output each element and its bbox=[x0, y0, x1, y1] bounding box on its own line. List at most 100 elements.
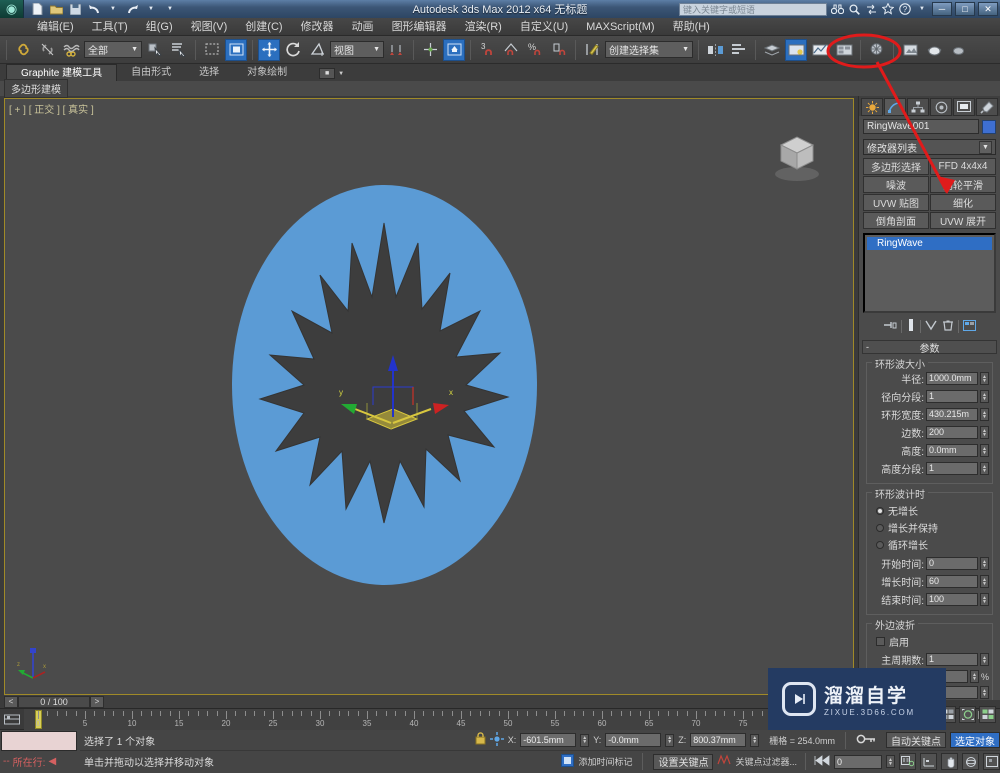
transform-gizmo[interactable]: y x bbox=[331, 347, 461, 457]
zoom-region-icon[interactable] bbox=[979, 706, 996, 723]
key-filters-button[interactable]: 关键点过滤器... bbox=[735, 755, 797, 768]
spinner-snap-toggle-icon[interactable] bbox=[548, 39, 570, 61]
next-frame-button[interactable]: > bbox=[90, 696, 104, 708]
key-filter-icon[interactable] bbox=[717, 754, 731, 769]
mini-listener-input[interactable] bbox=[1, 731, 77, 751]
pin-stack-icon[interactable] bbox=[883, 320, 897, 334]
spinner-current-frame[interactable]: ▲▼ bbox=[886, 755, 895, 768]
use-selection-center-icon[interactable] bbox=[419, 39, 441, 61]
help-dropdown-icon[interactable]: ▼ bbox=[915, 2, 929, 16]
maximize-button[interactable]: □ bbox=[955, 2, 975, 16]
radio-no-growth[interactable] bbox=[876, 507, 884, 515]
help-icon[interactable]: ? bbox=[898, 2, 912, 16]
show-end-result-icon[interactable] bbox=[906, 319, 916, 334]
input-height-segs[interactable]: 1 bbox=[926, 462, 978, 475]
select-and-move-icon[interactable] bbox=[258, 39, 280, 61]
use-pivot-point-center-icon[interactable] bbox=[386, 39, 408, 61]
input-current-frame[interactable]: 0 bbox=[834, 755, 882, 769]
redo-dropdown-icon[interactable]: ▼ bbox=[144, 2, 158, 16]
menu-item-customize[interactable]: 自定义(U) bbox=[511, 18, 577, 36]
search-input[interactable]: 键入关键字或短语 bbox=[679, 3, 827, 16]
make-unique-icon[interactable] bbox=[925, 320, 938, 334]
modifier-button-unwrap-uvw[interactable]: UVW 展开 bbox=[930, 212, 996, 229]
spinner-ring-width[interactable]: ▲▼ bbox=[980, 408, 989, 421]
spinner-major-cycles[interactable]: ▲▼ bbox=[980, 653, 989, 666]
edit-named-selection-sets-icon[interactable] bbox=[581, 39, 603, 61]
spinner-outer-3[interactable]: ▲▼ bbox=[980, 686, 989, 699]
key-mode-icon[interactable] bbox=[856, 733, 876, 748]
input-radius[interactable]: 1000.0mm bbox=[926, 372, 978, 385]
radio-row-no-growth[interactable]: 无增长 bbox=[876, 503, 989, 518]
viewcube-icon[interactable] bbox=[765, 121, 829, 185]
modifier-button-uvw-map[interactable]: UVW 贴图 bbox=[863, 194, 929, 211]
input-end-time[interactable]: 100 bbox=[926, 593, 978, 606]
snap-toggle-3d-icon[interactable]: 3 bbox=[476, 39, 498, 61]
configure-modifier-sets-icon[interactable] bbox=[963, 320, 976, 334]
modifier-button-noise[interactable]: 噪波 bbox=[863, 176, 929, 193]
menu-item-create[interactable]: 创建(C) bbox=[236, 18, 291, 36]
minimize-button[interactable]: ─ bbox=[932, 2, 952, 16]
select-and-manipulate-icon[interactable] bbox=[443, 39, 465, 61]
goto-start-icon[interactable] bbox=[814, 755, 830, 769]
viewport[interactable]: [ + ] [ 正交 ] [ 真实 ] y x bbox=[4, 98, 854, 695]
select-and-link-icon[interactable] bbox=[12, 39, 34, 61]
input-ring-width[interactable]: 430.215m bbox=[926, 408, 978, 421]
input-major-cycles[interactable]: 1 bbox=[926, 653, 978, 666]
radio-row-cyclic-growth[interactable]: 循环增长 bbox=[876, 537, 989, 552]
input-coord-x[interactable]: -601.5mm bbox=[520, 733, 576, 747]
input-sides[interactable]: 200 bbox=[926, 426, 978, 439]
render-setup-icon[interactable] bbox=[866, 39, 888, 61]
render-production-icon[interactable] bbox=[923, 39, 945, 61]
checkbox-row-enable-outer[interactable]: 启用 bbox=[876, 634, 989, 649]
lock-icon[interactable] bbox=[475, 732, 486, 748]
checkbox-enable-outer[interactable] bbox=[876, 637, 885, 646]
radio-cyclic-growth[interactable] bbox=[876, 541, 884, 549]
modifier-stack[interactable]: RingWave bbox=[863, 233, 996, 313]
modifier-button-bevel-profile[interactable]: 倒角剖面 bbox=[863, 212, 929, 229]
absolute-relative-icon[interactable] bbox=[490, 732, 504, 749]
menu-item-animation[interactable]: 动画 bbox=[343, 18, 383, 36]
spinner-radius[interactable]: ▲▼ bbox=[980, 372, 989, 385]
menu-item-maxscript[interactable]: MAXScript(M) bbox=[577, 18, 663, 36]
star-icon[interactable] bbox=[881, 2, 895, 16]
app-logo-icon[interactable]: ◉ bbox=[0, 0, 24, 18]
percent-snap-toggle-icon[interactable]: % bbox=[524, 39, 546, 61]
schematic-view-icon[interactable] bbox=[809, 39, 831, 61]
collapse-icon[interactable]: - bbox=[866, 342, 869, 352]
select-and-rotate-icon[interactable] bbox=[282, 39, 304, 61]
spinner-coord-z[interactable]: ▲▼ bbox=[750, 734, 759, 747]
modify-tab[interactable] bbox=[884, 98, 906, 116]
modifier-list-dropdown[interactable]: 修改器列表 ▼ bbox=[863, 139, 996, 155]
maximize-viewport-icon[interactable] bbox=[983, 753, 1000, 770]
orbit-icon[interactable] bbox=[962, 753, 979, 770]
spinner-grow-time[interactable]: ▲▼ bbox=[980, 575, 989, 588]
utilities-tab[interactable] bbox=[976, 98, 998, 116]
frame-indicator[interactable]: 0 / 100 bbox=[18, 696, 90, 708]
ribbon-options-chevron-icon[interactable]: ▼ bbox=[338, 71, 344, 77]
search-icon[interactable] bbox=[847, 2, 861, 16]
spinner-start-time[interactable]: ▲▼ bbox=[980, 557, 989, 570]
save-icon[interactable] bbox=[68, 2, 82, 16]
menu-item-tools[interactable]: 工具(T) bbox=[83, 18, 137, 36]
open-icon[interactable] bbox=[49, 2, 63, 16]
track-view-icon[interactable] bbox=[3, 712, 21, 728]
spinner-radial-segs[interactable]: ▲▼ bbox=[980, 390, 989, 403]
menu-item-edit[interactable]: 编辑(E) bbox=[28, 18, 83, 36]
render-iterative-icon[interactable] bbox=[947, 39, 969, 61]
key-mode-toggle-icon[interactable] bbox=[920, 753, 937, 770]
angle-snap-toggle-icon[interactable] bbox=[500, 39, 522, 61]
input-grow-time[interactable]: 60 bbox=[926, 575, 978, 588]
create-tab[interactable] bbox=[861, 98, 883, 116]
menu-item-rendering[interactable]: 渲染(R) bbox=[456, 18, 511, 36]
ribbon-tab-object-paint[interactable]: 对象绘制 bbox=[233, 64, 301, 81]
modifier-button-meshsmooth[interactable]: 网轮平滑 bbox=[930, 176, 996, 193]
window-crossing-toggle-icon[interactable] bbox=[225, 39, 247, 61]
spinner-end-time[interactable]: ▲▼ bbox=[980, 593, 989, 606]
zoom-extents-icon[interactable] bbox=[959, 706, 976, 723]
viewport-label[interactable]: [ + ] [ 正交 ] [ 真实 ] bbox=[9, 101, 94, 116]
binoculars-icon[interactable] bbox=[830, 2, 844, 16]
menu-item-help[interactable]: 帮助(H) bbox=[664, 18, 719, 36]
spinner-coord-y[interactable]: ▲▼ bbox=[665, 734, 674, 747]
input-start-time[interactable]: 0 bbox=[926, 557, 978, 570]
undo-dropdown-icon[interactable]: ▼ bbox=[106, 2, 120, 16]
